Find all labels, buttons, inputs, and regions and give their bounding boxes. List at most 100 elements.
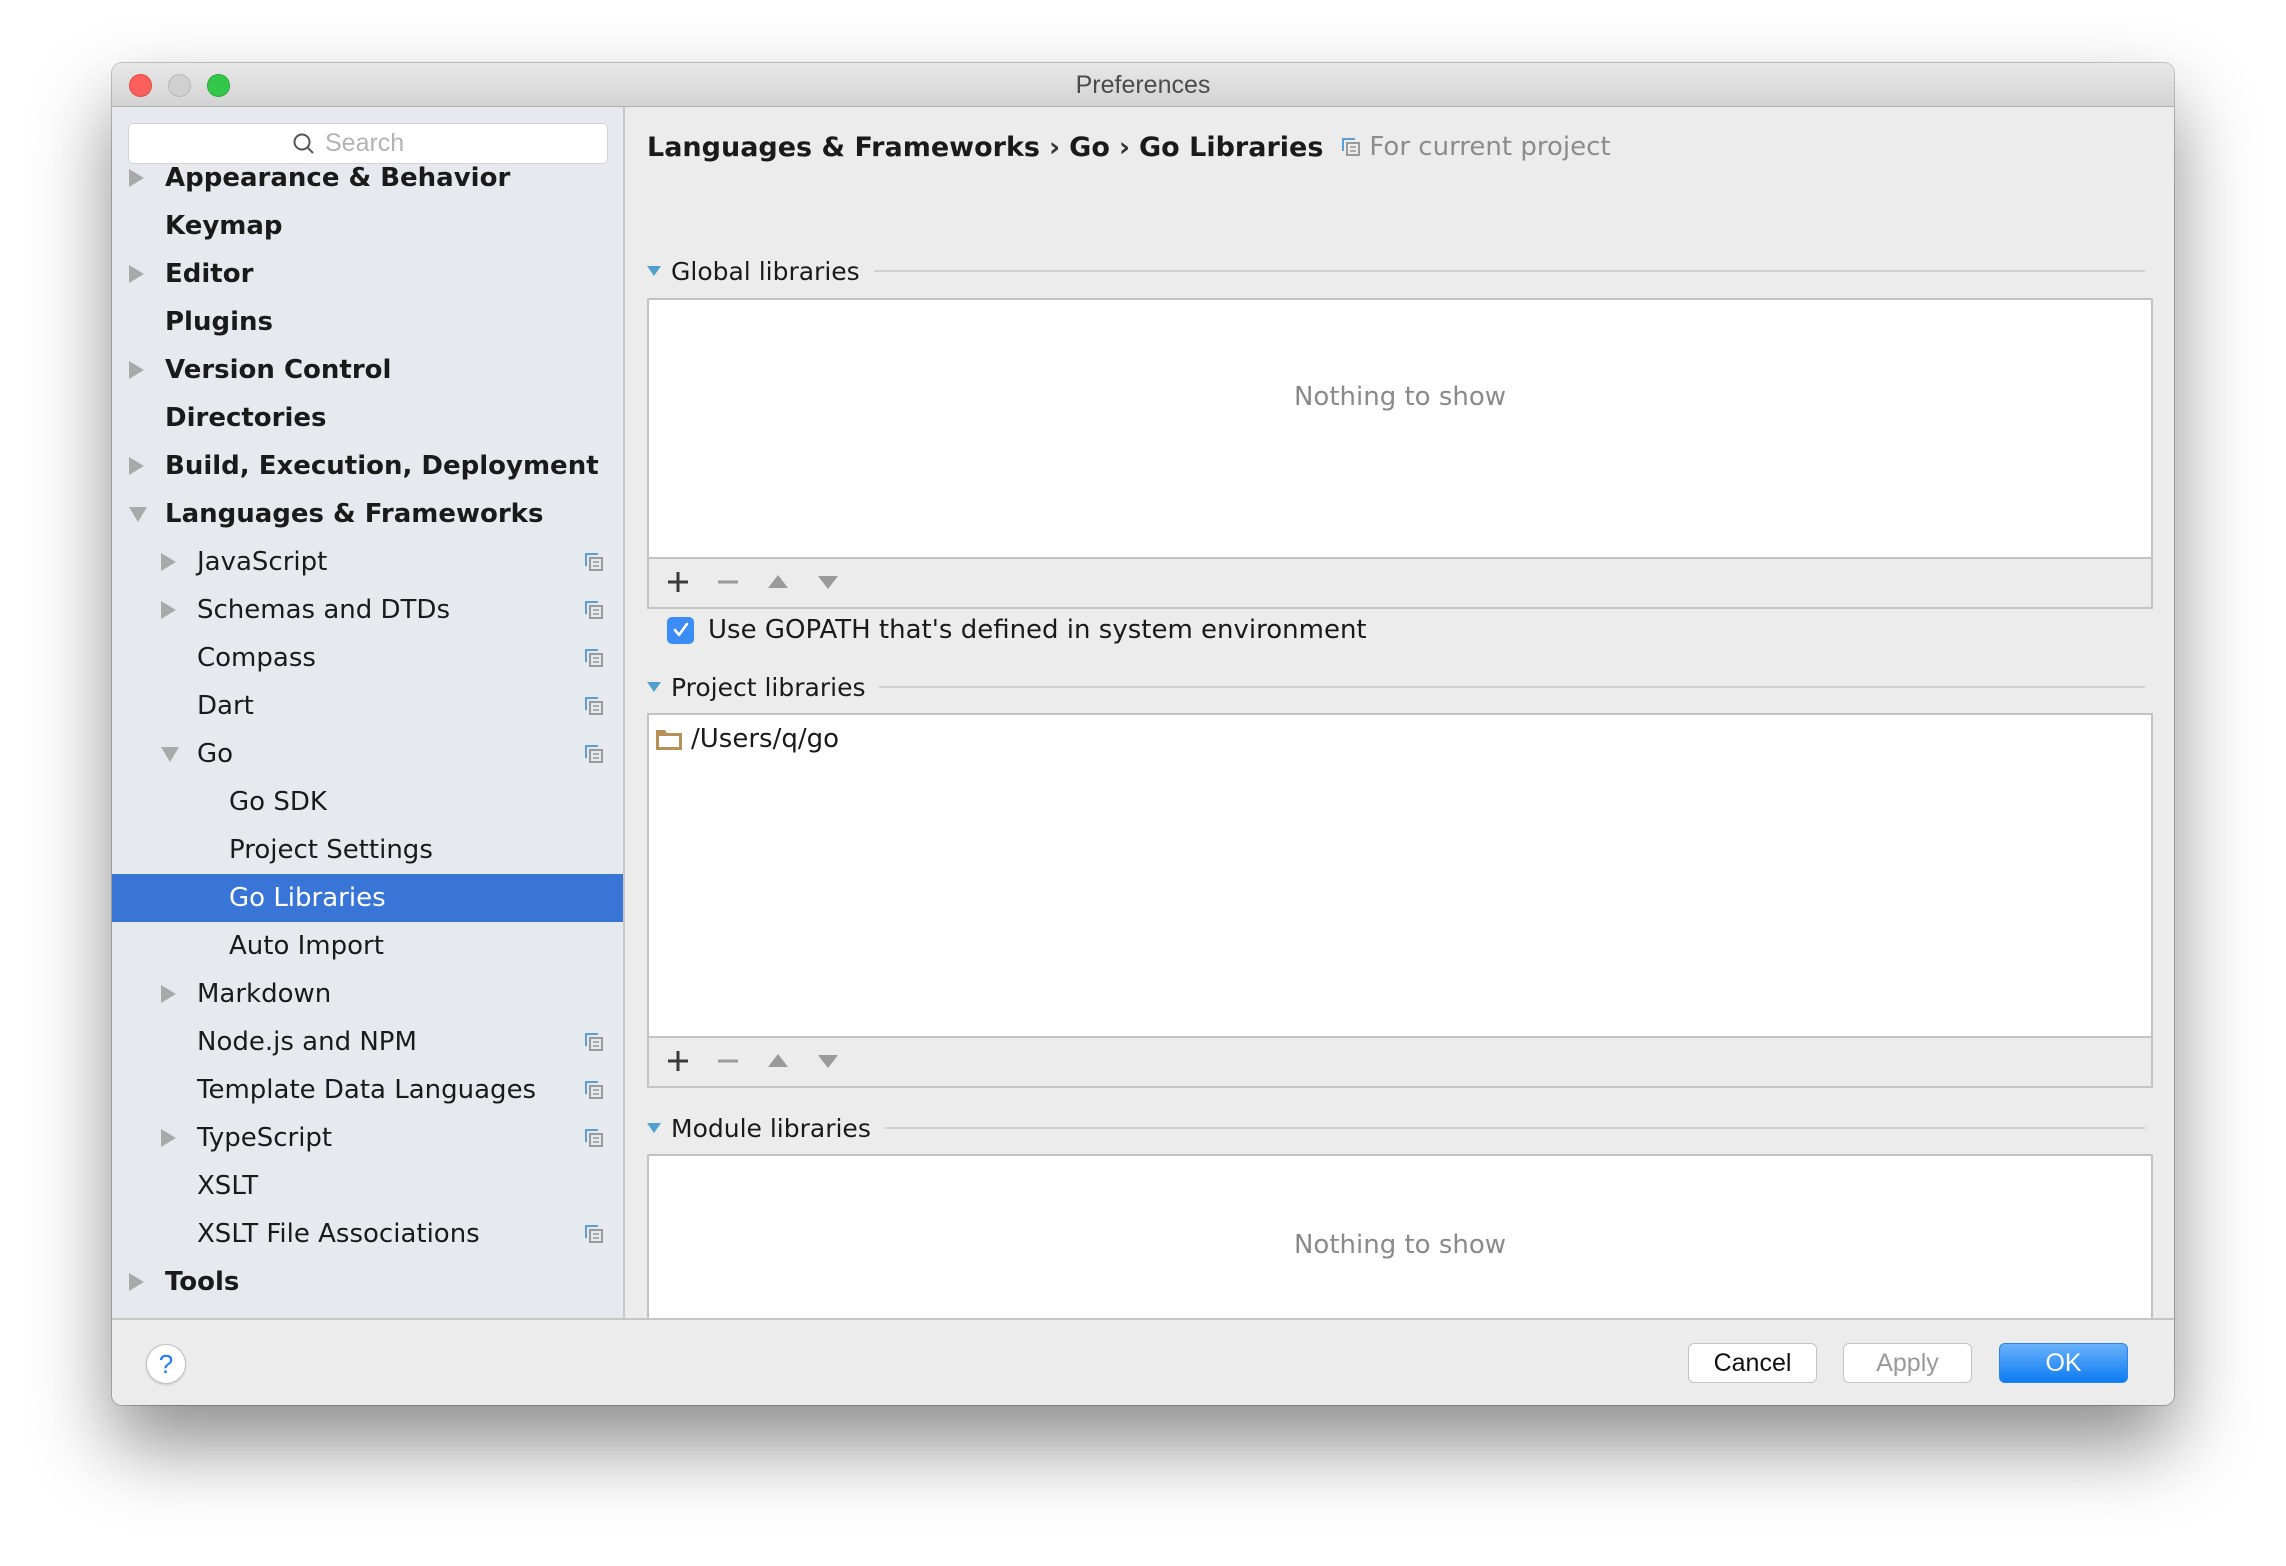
sidebar-item-label: Build, Execution, Deployment (165, 451, 599, 481)
project-libraries-header[interactable]: Project libraries (647, 672, 2153, 702)
sidebar-item-label: TypeScript (197, 1123, 333, 1153)
sidebar-item-compass[interactable]: Compass (112, 634, 623, 682)
sidebar-item-go-libraries[interactable]: Go Libraries (112, 874, 623, 922)
project-scope-icon (585, 1129, 603, 1147)
sidebar-item-version-control[interactable]: Version Control (112, 346, 623, 394)
remove-button[interactable] (711, 1044, 745, 1078)
collapse-triangle-icon[interactable] (647, 1123, 661, 1133)
sidebar-item-label: Template Data Languages (197, 1075, 537, 1105)
library-path: /Users/q/go (691, 724, 840, 754)
global-libraries-panel: Nothing to show (647, 298, 2153, 609)
expanded-arrow-icon[interactable] (161, 746, 179, 762)
global-libraries-toolbar (649, 557, 2151, 607)
sidebar-item-label: Tools (165, 1267, 240, 1297)
plus-icon (668, 572, 688, 592)
search-icon (293, 133, 314, 154)
move-down-button[interactable] (811, 1044, 845, 1078)
sidebar-item-project-settings[interactable]: Project Settings (112, 826, 623, 874)
collapse-triangle-icon[interactable] (647, 266, 661, 276)
sidebar-item-label: Keymap (165, 211, 283, 241)
help-button[interactable]: ? (146, 1344, 186, 1384)
move-up-button[interactable] (761, 565, 795, 599)
collapsed-arrow-icon[interactable] (129, 265, 144, 283)
sidebar-item-go-sdk[interactable]: Go SDK (112, 778, 623, 826)
window-title: Preferences (1075, 71, 1211, 99)
sidebar-item-dart[interactable]: Dart (112, 682, 623, 730)
scope-label: For current project (1369, 132, 1611, 162)
module-libraries-list[interactable]: Nothing to show (649, 1156, 2151, 1336)
sidebar-item-directories[interactable]: Directories (112, 394, 623, 442)
use-gopath-label: Use GOPATH that's defined in system envi… (708, 615, 1367, 645)
sidebar-item-label: Go Libraries (229, 883, 386, 913)
collapsed-arrow-icon[interactable] (161, 601, 176, 619)
sidebar-item-javascript[interactable]: JavaScript (112, 538, 623, 586)
expanded-arrow-icon[interactable] (129, 506, 147, 522)
empty-state-text: Nothing to show (1293, 1230, 1507, 1260)
sidebar-item-languages-frameworks[interactable]: Languages & Frameworks (112, 490, 623, 538)
sidebar-item-template-data-languages[interactable]: Template Data Languages (112, 1066, 623, 1114)
sidebar-item-build-execution-deployment[interactable]: Build, Execution, Deployment (112, 442, 623, 490)
breadcrumb-item: Go Libraries (1139, 131, 1324, 163)
minus-icon (718, 580, 738, 584)
ok-button[interactable]: OK (1999, 1343, 2128, 1383)
sidebar-item-tools[interactable]: Tools (112, 1258, 623, 1306)
plus-icon (668, 1051, 688, 1071)
scope-indicator: For current project (1341, 132, 1611, 162)
collapsed-arrow-icon[interactable] (161, 985, 176, 1003)
collapse-triangle-icon[interactable] (647, 682, 661, 692)
project-libraries-list[interactable]: /Users/q/go (649, 715, 2151, 1038)
sidebar-item-label: Project Settings (229, 835, 433, 865)
sidebar-item-label: Compass (197, 643, 316, 673)
add-button[interactable] (661, 565, 695, 599)
folder-icon (656, 730, 682, 750)
sidebar-item-label: Plugins (165, 307, 273, 337)
collapsed-arrow-icon[interactable] (161, 553, 176, 571)
section-title: Module libraries (671, 1113, 871, 1143)
remove-button[interactable] (711, 565, 745, 599)
move-down-button[interactable] (811, 565, 845, 599)
library-item[interactable]: /Users/q/go (655, 723, 839, 755)
collapsed-arrow-icon[interactable] (129, 361, 144, 379)
empty-state-text: Nothing to show (1293, 382, 1507, 412)
breadcrumb-item: Go (1069, 131, 1110, 163)
settings-sidebar: Appearance & Behavior Keymap Editor Plugins… (112, 107, 625, 1318)
sidebar-item-label: Directories (165, 403, 327, 433)
sidebar-item-typescript[interactable]: TypeScript (112, 1114, 623, 1162)
collapsed-arrow-icon[interactable] (129, 169, 144, 187)
global-libraries-header[interactable]: Global libraries (647, 256, 2153, 286)
project-scope-icon (585, 697, 603, 715)
add-button[interactable] (661, 1044, 695, 1078)
use-gopath-checkbox[interactable] (667, 616, 694, 644)
settings-content: Languages & Frameworks › Go › Go Librari… (627, 107, 2174, 1336)
sidebar-item-label: XSLT (197, 1171, 259, 1201)
sidebar-item-label: Markdown (197, 979, 332, 1009)
collapsed-arrow-icon[interactable] (161, 1129, 176, 1147)
global-libraries-list[interactable]: Nothing to show (649, 300, 2151, 559)
sidebar-item-markdown[interactable]: Markdown (112, 970, 623, 1018)
sidebar-item-go[interactable]: Go (112, 730, 623, 778)
cancel-button[interactable]: Cancel (1688, 1343, 1817, 1383)
collapsed-arrow-icon[interactable] (129, 457, 144, 475)
move-up-icon (768, 1054, 788, 1067)
collapsed-arrow-icon[interactable] (129, 1273, 144, 1291)
search-field[interactable] (128, 123, 608, 164)
sidebar-item-label: JavaScript (197, 547, 328, 577)
use-gopath-option[interactable]: Use GOPATH that's defined in system envi… (667, 615, 1367, 645)
sidebar-item-xslt-file-associations[interactable]: XSLT File Associations (112, 1210, 623, 1258)
apply-button[interactable]: Apply (1843, 1343, 1972, 1383)
sidebar-item-editor[interactable]: Editor (112, 250, 623, 298)
sidebar-item-label: Go SDK (229, 787, 327, 817)
sidebar-item-label: Node.js and NPM (197, 1027, 417, 1057)
title-bar[interactable]: Preferences (112, 63, 2174, 107)
sidebar-item-keymap[interactable]: Keymap (112, 202, 623, 250)
sidebar-item-node-js-and-npm[interactable]: Node.js and NPM (112, 1018, 623, 1066)
move-up-button[interactable] (761, 1044, 795, 1078)
sidebar-item-schemas-and-dtds[interactable]: Schemas and DTDs (112, 586, 623, 634)
module-libraries-header[interactable]: Module libraries (647, 1113, 2153, 1143)
sidebar-item-plugins[interactable]: Plugins (112, 298, 623, 346)
sidebar-item-auto-import[interactable]: Auto Import (112, 922, 623, 970)
breadcrumb-separator: › (1049, 131, 1061, 163)
sidebar-item-xslt[interactable]: XSLT (112, 1162, 623, 1210)
sidebar-item-label: Auto Import (229, 931, 384, 961)
search-input[interactable] (325, 129, 445, 158)
